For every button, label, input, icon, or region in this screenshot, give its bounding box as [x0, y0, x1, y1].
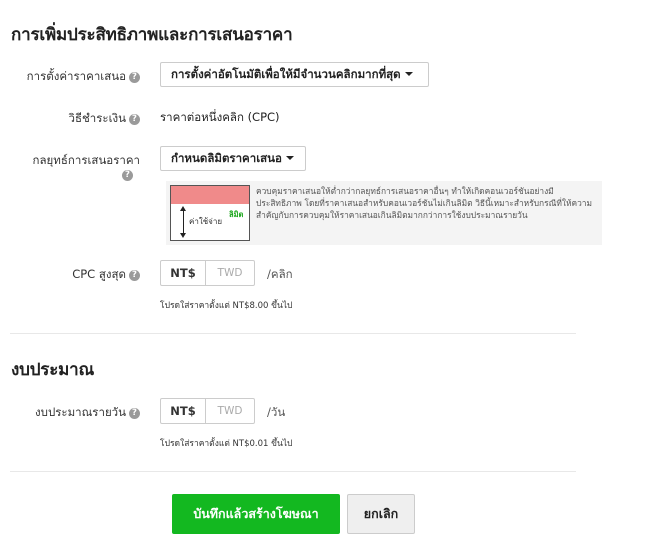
daily-budget-label: งบประมาณรายวัน?: [35, 404, 140, 422]
budget-section-title: งบประมาณ: [11, 360, 95, 380]
max-cpc-hint: โปรดใส่ราคาตั้งแต่ NT$8.00 ขึ้นไป: [160, 301, 293, 311]
arrow-down-icon: [180, 233, 186, 238]
caret-down-icon: [404, 72, 413, 76]
bid-strategy-info-box: ค่าใช้จ่าย ลิมิต ควบคุมราคาเสนอให้ต่ำกว่…: [166, 181, 602, 245]
arrow-line: [183, 208, 184, 236]
daily-budget-input[interactable]: NT$ TWD: [160, 398, 255, 424]
bid-strategy-dropdown[interactable]: กำหนดลิมิตราคาเสนอ: [160, 146, 306, 171]
payment-method-value: ราคาต่อหนึ่งคลิก (CPC): [160, 110, 280, 124]
section-divider: [10, 471, 576, 472]
bid-setting-label-text: การตั้งค่าราคาเสนอ: [26, 69, 126, 83]
currency-placeholder[interactable]: TWD: [206, 399, 254, 423]
currency-prefix: NT$: [161, 261, 206, 285]
help-icon[interactable]: ?: [122, 170, 133, 181]
help-icon[interactable]: ?: [129, 72, 140, 83]
max-cpc-input[interactable]: NT$ TWD: [160, 260, 255, 286]
bid-setting-dropdown[interactable]: การตั้งค่าอัตโนมัติเพื่อให้มีจำนวนคลิกมา…: [160, 62, 429, 87]
help-icon[interactable]: ?: [129, 114, 140, 125]
max-cpc-label-text: CPC สูงสุด: [72, 267, 126, 281]
over-limit-bar: [171, 186, 249, 204]
payment-method-label-text: วิธีชำระเงิน: [68, 111, 127, 125]
save-and-create-ad-button[interactable]: บันทึกแล้วสร้างโฆษณา: [172, 494, 340, 534]
payment-method-label: วิธีชำระเงิน?: [68, 110, 140, 128]
daily-budget-unit: /วัน: [267, 405, 286, 419]
bidding-section-title: การเพิ่มประสิทธิภาพและการเสนอราคา: [11, 25, 293, 45]
currency-prefix: NT$: [161, 399, 206, 423]
max-cpc-label: CPC สูงสุด?: [72, 266, 140, 284]
cancel-button[interactable]: ยกเลิก: [347, 494, 415, 534]
help-icon[interactable]: ?: [129, 270, 140, 281]
graphic-limit-label: ลิมิต: [229, 210, 244, 219]
section-divider: [10, 333, 576, 334]
bid-setting-label: การตั้งค่าราคาเสนอ?: [27, 68, 140, 86]
bid-strategy-label: กลยุทธ์การเสนอราคา: [32, 153, 140, 167]
daily-budget-hint: โปรดใส่ราคาตั้งแต่ NT$0.01 ขึ้นไป: [160, 439, 293, 449]
bid-limit-illustration: ค่าใช้จ่าย ลิมิต: [170, 185, 250, 241]
currency-placeholder[interactable]: TWD: [206, 261, 254, 285]
caret-down-icon: [285, 156, 294, 160]
bid-strategy-value: กำหนดลิมิตราคาเสนอ: [171, 151, 282, 165]
max-cpc-unit: /คลิก: [267, 267, 293, 281]
help-icon[interactable]: ?: [129, 408, 140, 419]
graphic-spend-label: ค่าใช้จ่าย: [189, 217, 223, 226]
bid-setting-value: การตั้งค่าอัตโนมัติเพื่อให้มีจำนวนคลิกมา…: [171, 67, 401, 81]
daily-budget-label-text: งบประมาณรายวัน: [35, 405, 126, 419]
bid-strategy-description: ควบคุมราคาเสนอให้ต่ำกว่ากลยุทธ์การเสนอรา…: [256, 186, 593, 220]
